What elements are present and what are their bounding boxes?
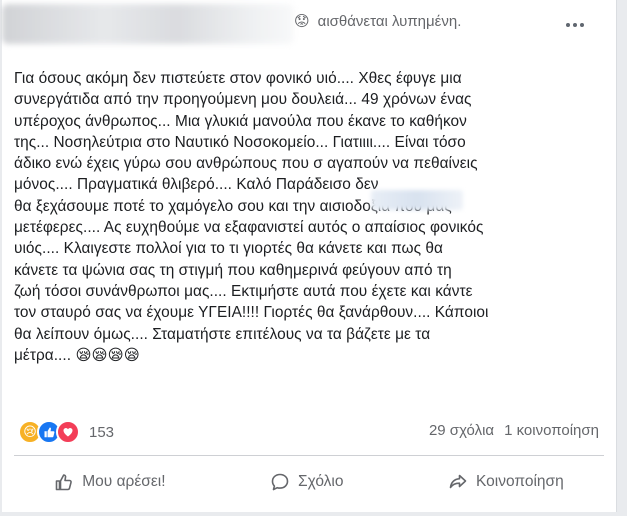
- engagement-counts: 29 σχόλια 1 κοινοποίηση: [429, 422, 599, 439]
- post-body-text: Για όσους ακόμη δεν πιστεύετε στον φονικ…: [14, 70, 489, 364]
- love-react-icon: [56, 420, 80, 444]
- sad-face-icon: 😟: [294, 13, 310, 30]
- dot-icon: [580, 23, 584, 27]
- share-button[interactable]: Κοινοποίηση: [438, 466, 574, 498]
- divider: [14, 455, 604, 456]
- reactions-summary[interactable]: 😢 153: [18, 420, 114, 444]
- dot-icon: [566, 23, 570, 27]
- post-header: 😟 αισθάνεται λυπημένη.: [2, 0, 616, 58]
- like-button[interactable]: Μου αρέσει!: [44, 466, 175, 498]
- comment-bubble-icon: [271, 473, 289, 491]
- comment-button[interactable]: Σχόλιο: [260, 466, 353, 498]
- like-label: Μου αρέσει!: [82, 473, 166, 490]
- post-card: 😟 αισθάνεται λυπημένη. Για όσους ακόμη δ…: [2, 0, 617, 512]
- feeling-text: αισθάνεται λυπημένη.: [317, 12, 462, 30]
- comments-count-link[interactable]: 29 σχόλια: [429, 422, 494, 439]
- post-stats: 😢 153 29 σχόλια 1 κοινοποίηση: [2, 416, 616, 446]
- reaction-count: 153: [89, 423, 115, 441]
- dot-icon: [573, 23, 577, 27]
- action-bar: Μου αρέσει! Σχόλιο Κοινοποίηση: [2, 460, 616, 504]
- blurred-author-name: [2, 4, 294, 44]
- redacted-name: [371, 190, 463, 210]
- comment-label: Σχόλιο: [298, 473, 344, 490]
- shares-count-link[interactable]: 1 κοινοποίηση: [504, 422, 599, 439]
- feeling-status[interactable]: 😟 αισθάνεται λυπημένη.: [294, 11, 461, 31]
- share-label: Κοινοποίηση: [476, 473, 564, 490]
- thumbs-up-icon: [55, 474, 73, 491]
- more-options-button[interactable]: [562, 14, 588, 36]
- share-arrow-icon: [449, 474, 467, 489]
